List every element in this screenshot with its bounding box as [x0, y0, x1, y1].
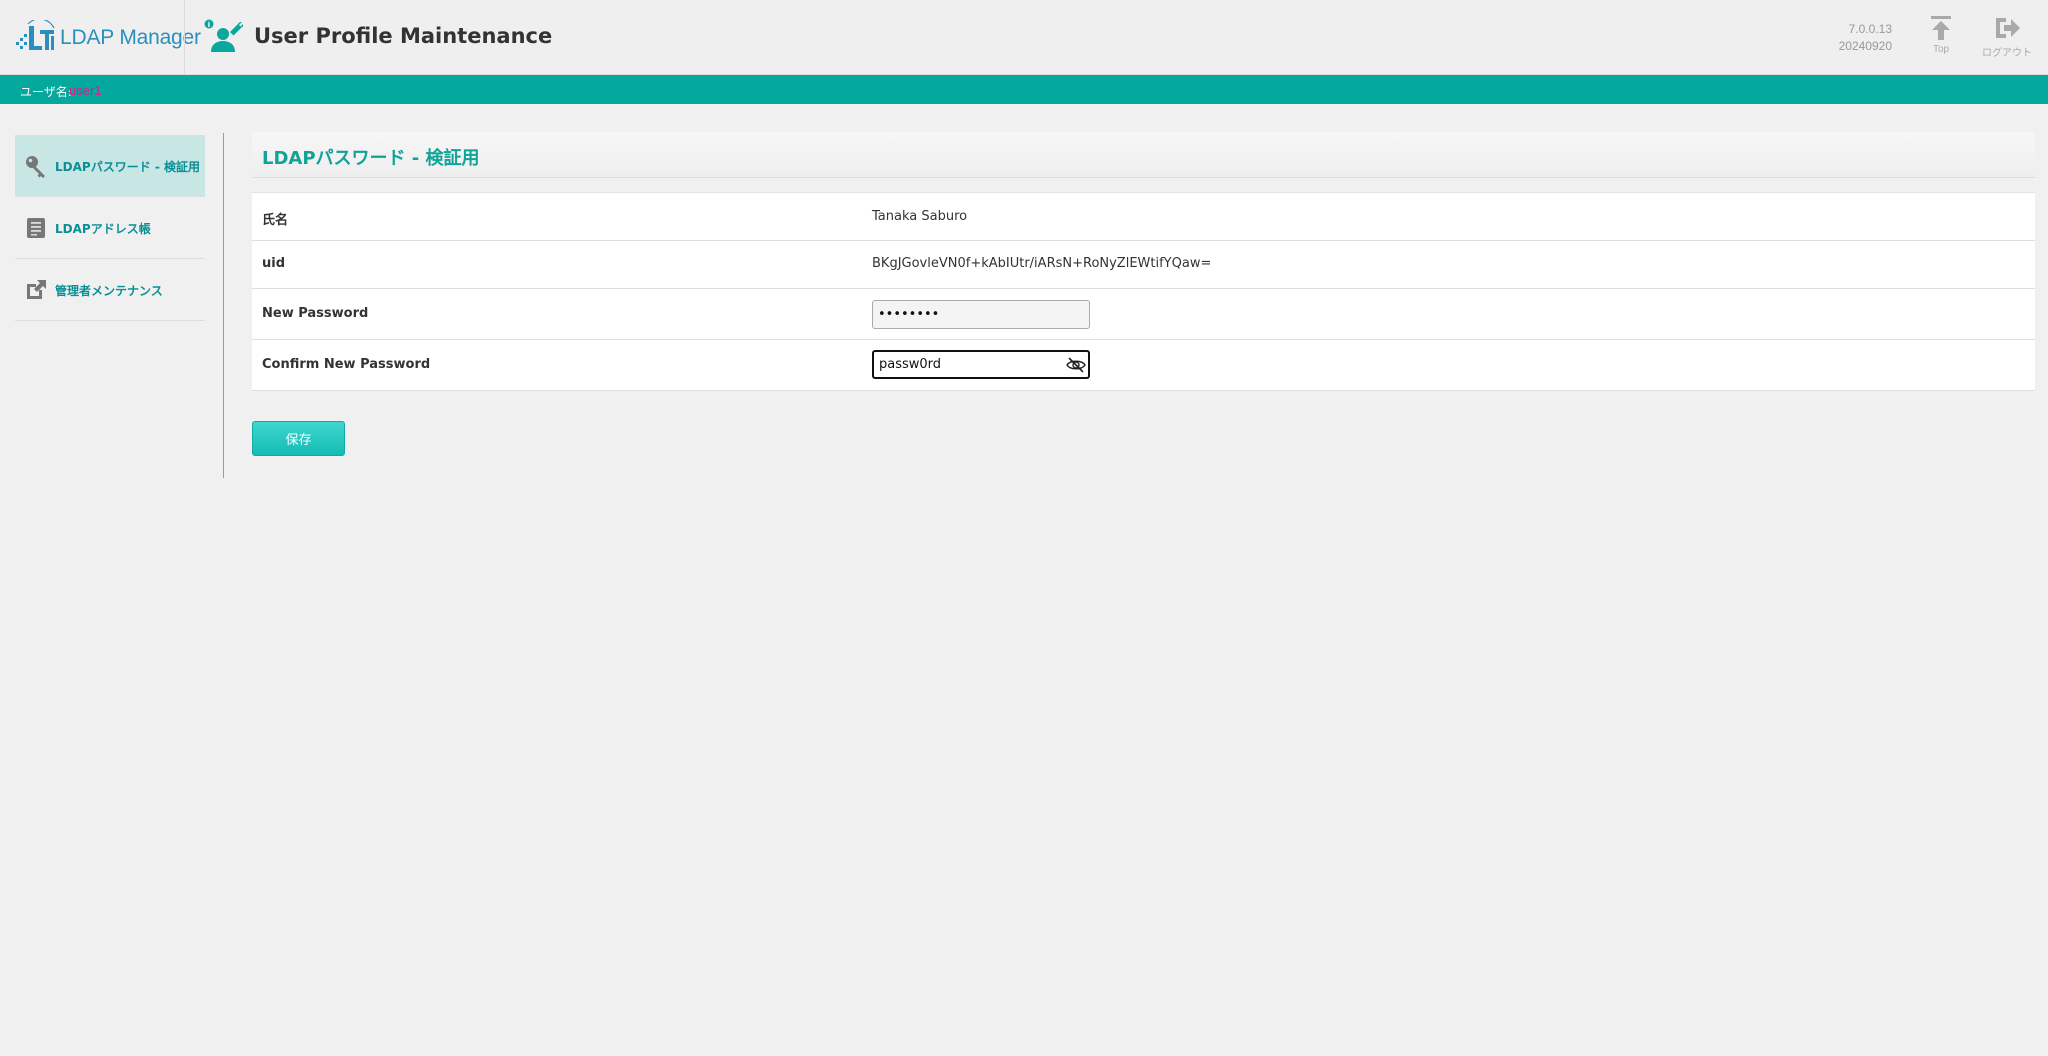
username-value: user1	[69, 83, 102, 98]
logout-button[interactable]: ログアウト	[1979, 14, 2035, 59]
uid-value: BKgJGovleVN0f+kAbIUtr/iARsN+RoNyZlEWtifY…	[872, 256, 1212, 271]
logo-text: LDAP Manager	[60, 26, 201, 49]
save-button[interactable]: 保存	[252, 421, 345, 456]
logout-icon	[1996, 18, 2020, 38]
logout-label: ログアウト	[1982, 48, 2032, 59]
sidebar-item-ldap-password[interactable]: LDAPパスワード - 検証用	[15, 135, 205, 197]
new-password-label: New Password	[262, 306, 369, 321]
eye-slash-icon[interactable]	[1066, 355, 1086, 375]
sidebar: LDAPパスワード - 検証用 LDAPアドレス帳 管理者メンテナンス	[15, 135, 205, 321]
svg-text:i: i	[208, 21, 210, 29]
app-title: User Profile Maintenance	[254, 24, 553, 48]
external-link-icon	[27, 280, 46, 299]
confirm-password-label: Confirm New Password	[262, 357, 431, 372]
form-row-confirm-password: Confirm New Password	[252, 340, 2035, 391]
app-logo[interactable]: LDAP Manager	[14, 18, 201, 58]
sidebar-item-label: LDAPアドレス帳	[55, 222, 151, 236]
top-label: Top	[1932, 44, 1950, 55]
user-bar: ユーザ名: user1	[0, 75, 2048, 104]
build-date: 20240920	[1838, 39, 1892, 53]
confirm-password-input[interactable]	[872, 350, 1090, 379]
sidebar-item-label: 管理者メンテナンス	[55, 284, 163, 298]
uid-label: uid	[262, 256, 286, 271]
username-label: ユーザ名:	[20, 85, 72, 99]
form-row-name: 氏名 Tanaka Saburo	[252, 193, 2035, 241]
app-header: LDAP Manager i User Profile Maintenance …	[0, 0, 2048, 75]
sidebar-item-admin-maintenance[interactable]: 管理者メンテナンス	[15, 259, 205, 321]
profile-form: 氏名 Tanaka Saburo uid BKgJGovleVN0f+kAbIU…	[252, 192, 2035, 391]
version-number: 7.0.0.13	[1848, 22, 1892, 36]
name-label: 氏名	[262, 213, 289, 228]
header-divider	[184, 0, 185, 75]
address-book-icon	[27, 218, 45, 238]
sidebar-item-address-book[interactable]: LDAPアドレス帳	[15, 197, 205, 259]
user-maintenance-icon: i	[204, 19, 243, 52]
form-row-uid: uid BKgJGovleVN0f+kAbIUtr/iARsN+RoNyZlEW…	[252, 241, 2035, 289]
sidebar-divider	[223, 133, 224, 478]
key-icon	[26, 156, 45, 178]
sidebar-item-label: LDAPパスワード - 検証用	[55, 160, 201, 174]
name-value: Tanaka Saburo	[872, 209, 968, 224]
version-info: 7.0.0.13 20240920	[1839, 21, 1892, 55]
lti-logo-icon	[16, 20, 55, 50]
page-title: LDAPパスワード - 検証用	[262, 148, 480, 169]
arrow-up-to-top-icon	[1931, 16, 1951, 40]
panel-header: LDAPパスワード - 検証用	[252, 132, 2035, 178]
new-password-input[interactable]	[872, 300, 1090, 329]
top-button[interactable]: Top	[1913, 14, 1969, 55]
form-row-new-password: New Password	[252, 289, 2035, 340]
